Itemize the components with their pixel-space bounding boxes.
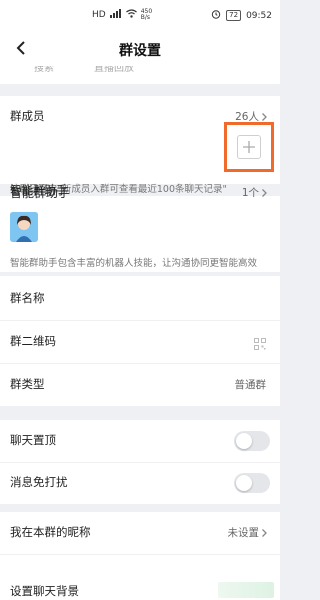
add-member-button[interactable] [224, 122, 274, 172]
battery-icon: 72 [226, 10, 242, 21]
pin-chat-label: 聊天置顶 [10, 433, 56, 447]
qr-code-row[interactable]: 群二维码 [0, 321, 280, 363]
nav-bar: 群设置 [0, 30, 280, 66]
live-replay-action-label[interactable]: 直播回放 [94, 66, 134, 74]
pin-chat-toggle[interactable] [234, 431, 270, 451]
watermark-logo [218, 582, 274, 598]
nickname-label: 我在本群的昵称 [10, 525, 91, 539]
mute-toggle[interactable] [234, 473, 270, 493]
alarm-icon [211, 9, 221, 22]
group-name-label: 群名称 [10, 291, 45, 305]
assistant-description: 智能群助手包含丰富的机器人技能，让沟通协同更智能高效 [10, 258, 258, 269]
mute-row: 消息免打扰 [0, 463, 280, 504]
group-name-row[interactable]: 群名称 [0, 276, 280, 320]
chevron-right-icon [262, 188, 267, 197]
group-info-section: 群名称 群二维码 群类型 普通群 [0, 276, 280, 406]
qr-code-label: 群二维码 [10, 334, 56, 348]
nickname-value: 未设置 [228, 525, 269, 540]
group-type-row[interactable]: 群类型 普通群 [0, 364, 280, 406]
clock-time: 09:52 [246, 10, 272, 21]
pin-chat-row: 聊天置顶 [0, 420, 280, 462]
group-type-label: 群类型 [10, 377, 45, 391]
assistant-count[interactable]: 1个 [242, 185, 268, 200]
assistant-avatar[interactable] [10, 212, 38, 242]
mute-label: 消息免打扰 [10, 475, 68, 489]
signal-icon [109, 9, 122, 21]
net-speed-unit: B/s [140, 14, 150, 21]
status-bar: HD 450 B/s 72 09:52 [0, 0, 280, 30]
assistant-title: 智能群助手 [10, 186, 71, 200]
quick-actions-row: 搜索 直播回放 [0, 66, 280, 84]
wifi-icon [125, 9, 137, 21]
plus-icon [243, 141, 255, 153]
chat-background-label: 设置聊天背景 [10, 584, 79, 598]
chat-options-section: 聊天置顶 消息免打扰 [0, 420, 280, 504]
qr-code-icon [254, 335, 266, 354]
members-label: 群成员 [10, 109, 45, 123]
page-title: 群设置 [119, 43, 161, 59]
group-type-value: 普通群 [234, 379, 267, 391]
network-type-label: HD [92, 10, 106, 20]
search-action-label[interactable]: 搜索 [34, 66, 54, 74]
chevron-right-icon [262, 112, 267, 121]
chevron-right-icon [262, 528, 267, 537]
nickname-row[interactable]: 我在本群的昵称 未设置 [0, 512, 280, 554]
